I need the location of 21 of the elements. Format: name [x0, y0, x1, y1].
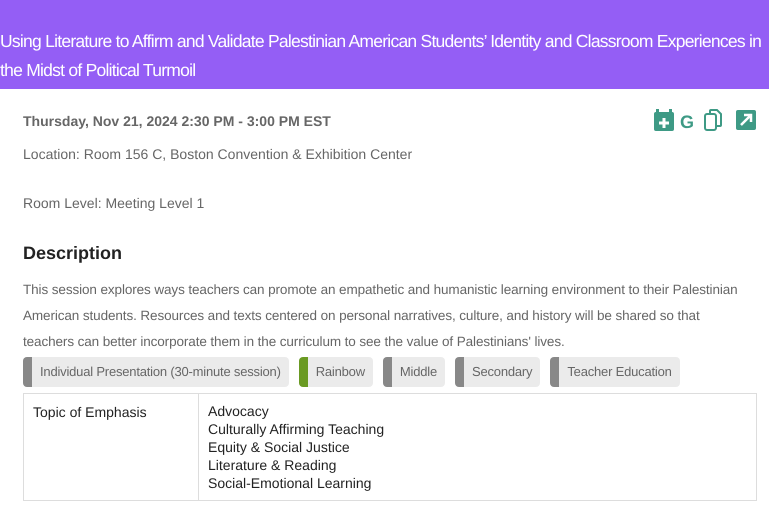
- tag[interactable]: Rainbow: [298, 357, 373, 387]
- session-datetime: Thursday, Nov 21, 2024 2:30 PM - 3:00 PM EST: [23, 112, 331, 131]
- google-calendar-button[interactable]: G: [680, 113, 694, 131]
- location-text: Location: Room 156 C, Boston Convention & Exhibition Center: [23, 145, 414, 164]
- topic-item: Advocacy: [208, 402, 270, 420]
- open-external-icon[interactable]: [736, 110, 756, 130]
- topic-item: Equity & Social Justice: [208, 438, 351, 456]
- topic-item: Social-Emotional Learning: [208, 474, 372, 492]
- copy-icon[interactable]: [704, 109, 722, 131]
- tag[interactable]: Middle: [382, 357, 445, 387]
- tag[interactable]: Individual Presentation (30-minute session): [23, 357, 289, 387]
- topic-item: Literature & Reading: [208, 456, 338, 474]
- tag[interactable]: Secondary: [455, 357, 540, 387]
- topic-item: Culturally Affirming Teaching: [208, 420, 386, 438]
- calendar-add-icon[interactable]: [654, 109, 674, 131]
- description-text: This session explores ways teachers can promote an empathetic and humanistic learning environment to their Palestinian American students. Resources and texts centered on personal narratives, culture, and history will be shared so that teachers can better incorporate them in the curriculum to see the value of Palestinians' lives.: [23, 281, 739, 351]
- tag[interactable]: Teacher Education: [550, 357, 680, 387]
- room-level-text: Room Level: Meeting Level 1: [23, 194, 206, 213]
- description-heading: Description: [23, 242, 124, 265]
- session-title: Using Literature to Affirm and Validate Palestinian American Students’ Identity and Classroom Experiences in the Midst of Political Turmoil: [0, 30, 762, 82]
- table-cell: Topic of Emphasis: [24, 394, 198, 500]
